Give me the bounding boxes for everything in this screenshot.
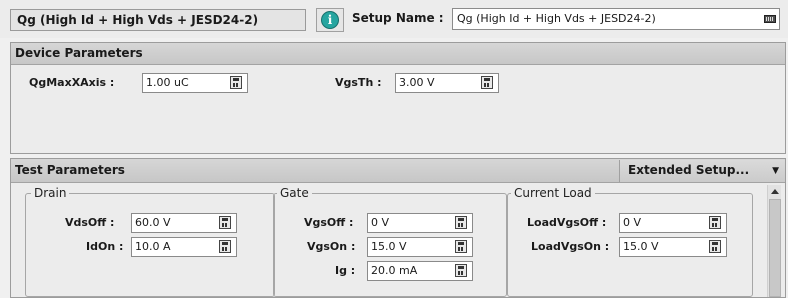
test-parameters-panel: Test Parameters Extended Setup... ▼ Drai… — [10, 158, 786, 298]
ig-label: Ig : — [335, 264, 356, 277]
qgmaxxaxis-label: QgMaxXAxis : — [29, 76, 115, 89]
vdsoff-label: VdsOff : — [65, 216, 115, 229]
vgsth-label: VgsTh : — [335, 76, 382, 89]
setup-name-input[interactable]: Qg (High Id + High Vds + JESD24-2) — [452, 8, 780, 30]
test-parameters-title: Test Parameters — [15, 163, 125, 177]
extended-setup-label: Extended Setup... — [628, 163, 750, 177]
ig-value: 20.0 mA — [371, 264, 418, 277]
calculator-icon[interactable] — [481, 76, 493, 89]
vgson-value: 15.0 V — [371, 240, 407, 253]
loadvgsoff-label: LoadVgsOff : — [527, 216, 607, 229]
vgsth-value: 3.00 V — [399, 76, 435, 89]
calculator-icon[interactable] — [709, 216, 721, 229]
current-load-legend: Current Load — [511, 186, 595, 200]
loadvgsoff-input[interactable]: 0 V — [619, 213, 727, 233]
setup-name-value: Qg (High Id + High Vds + JESD24-2) — [457, 12, 656, 25]
extended-setup-dropdown[interactable]: Extended Setup... ▼ — [619, 160, 785, 182]
vgsoff-value: 0 V — [371, 216, 390, 229]
vgsoff-input[interactable]: 0 V — [367, 213, 473, 233]
calculator-icon[interactable] — [219, 240, 231, 253]
loadvgsoff-value: 0 V — [623, 216, 642, 229]
scroll-up-arrow-icon[interactable] — [771, 189, 779, 194]
info-icon: i — [321, 11, 339, 29]
loadvgson-label: LoadVgsOn : — [531, 240, 610, 253]
vgson-input[interactable]: 15.0 V — [367, 237, 473, 257]
calculator-icon[interactable] — [219, 216, 231, 229]
idon-input[interactable]: 10.0 A — [131, 237, 237, 257]
ig-input[interactable]: 20.0 mA — [367, 261, 473, 281]
calculator-icon[interactable] — [230, 76, 242, 89]
vgsoff-label: VgsOff : — [304, 216, 354, 229]
device-parameters-panel: Device Parameters QgMaxXAxis : 1.00 uC V… — [10, 42, 786, 154]
calculator-icon[interactable] — [455, 240, 467, 253]
idon-value: 10.0 A — [135, 240, 171, 253]
vdsoff-value: 60.0 V — [135, 216, 171, 229]
test-name-field[interactable]: Qg (High Id + High Vds + JESD24-2) — [10, 9, 306, 31]
info-button[interactable]: i — [316, 8, 344, 32]
device-parameters-header: Device Parameters — [11, 43, 785, 65]
loadvgson-input[interactable]: 15.0 V — [619, 237, 727, 257]
chevron-down-icon: ▼ — [772, 166, 779, 176]
vgson-label: VgsOn : — [307, 240, 356, 253]
loadvgson-value: 15.0 V — [623, 240, 659, 253]
calculator-icon[interactable] — [709, 240, 721, 253]
qgmaxxaxis-input[interactable]: 1.00 uC — [142, 73, 248, 93]
drain-legend: Drain — [31, 186, 70, 200]
setup-name-label: Setup Name : — [352, 11, 444, 25]
idon-label: IdOn : — [86, 240, 124, 253]
calculator-icon[interactable] — [455, 216, 467, 229]
vertical-scrollbar[interactable] — [767, 185, 781, 297]
gate-legend: Gate — [277, 186, 312, 200]
qgmaxxaxis-value: 1.00 uC — [146, 76, 189, 89]
keyboard-icon[interactable] — [764, 15, 776, 23]
vgsth-input[interactable]: 3.00 V — [395, 73, 499, 93]
scroll-thumb[interactable] — [769, 199, 781, 297]
calculator-icon[interactable] — [455, 264, 467, 277]
vdsoff-input[interactable]: 60.0 V — [131, 213, 237, 233]
